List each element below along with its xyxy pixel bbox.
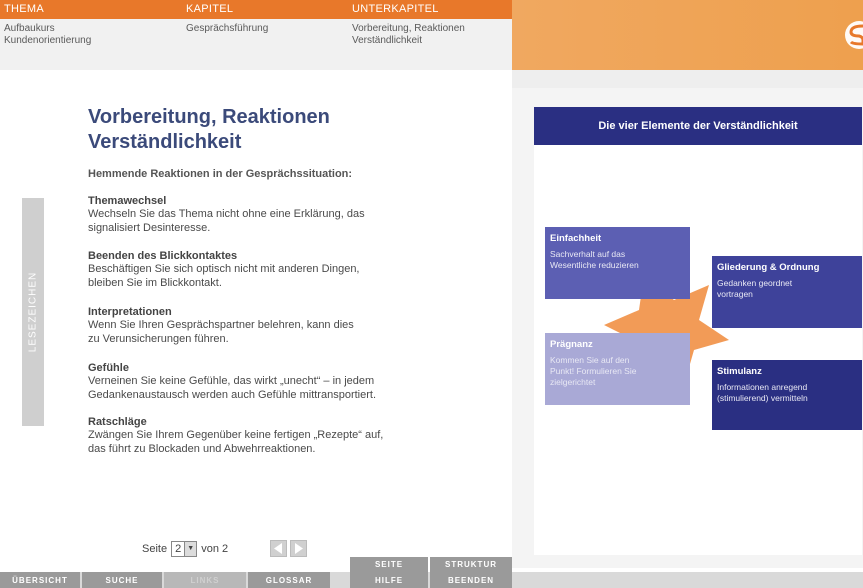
page-subtitle: Hemmende Reaktionen in der Gesprächssitu…	[88, 168, 353, 180]
card-text: Gedanken geordnet vortragen	[717, 278, 793, 299]
header-brand-area	[512, 0, 863, 70]
chevron-down-icon[interactable]: ▼	[184, 542, 197, 556]
bookmark-tab[interactable]: LESEZEICHEN	[22, 198, 44, 426]
section-text: Zwängen Sie Ihrem Gegenüber keine fertig…	[88, 429, 384, 455]
page-pager: Seite 2 ▼ von 2	[142, 541, 228, 557]
section-interpretationen: Interpretationen Wenn Sie Ihren Gespräch…	[88, 306, 448, 346]
arrow-right-icon	[295, 543, 303, 554]
section-heading: Ratschläge	[88, 416, 147, 428]
section-text: Beschäftigen Sie sich optisch nicht mit …	[88, 263, 360, 289]
card-text: Informationen anregend (stimulierend) ve…	[717, 382, 808, 403]
hilfe-button[interactable]: HILFE	[350, 572, 428, 588]
section-themawechsel: Themawechsel Wechseln Sie das Thema nich…	[88, 195, 448, 235]
card-praegnanz: Prägnanz Kommen Sie auf den Punkt! Formu…	[545, 333, 690, 405]
card-title: Einfachheit	[550, 233, 602, 244]
section-heading: Beenden des Blickkontaktes	[88, 250, 238, 262]
page-select-value: 2	[175, 543, 182, 555]
card-stimulanz: Stimulanz Informationen anregend (stimul…	[712, 360, 862, 430]
arrow-left-icon	[274, 543, 282, 554]
glossar-button[interactable]: GLOSSAR	[248, 572, 330, 588]
beenden-button[interactable]: BEENDEN	[430, 572, 512, 588]
uebersicht-button[interactable]: ÜBERSICHT	[0, 572, 80, 588]
struktur-button[interactable]: STRUKTUR	[430, 557, 512, 572]
unterkapitel-value: Vorbereitung, Reaktionen Verständlichkei…	[352, 23, 465, 46]
unterkapitel-label: UNTERKAPITEL	[352, 3, 439, 15]
pager-von-label: von 2	[201, 543, 229, 555]
section-ratschlaege: Ratschläge Zwängen Sie Ihrem Gegenüber k…	[88, 416, 448, 456]
section-gefuehle: Gefühle Verneinen Sie keine Gefühle, das…	[88, 362, 448, 402]
card-einfachheit: Einfachheit Sachverhalt auf das Wesentli…	[545, 227, 690, 299]
course-header: THEMA KAPITEL UNTERKAPITEL Aufbaukurs Ku…	[0, 0, 512, 70]
section-heading: Gefühle	[88, 362, 129, 374]
section-heading: Themawechsel	[88, 195, 167, 207]
pager-seite-label: Seite	[142, 543, 168, 555]
next-page-button[interactable]	[290, 540, 307, 557]
right-top-band	[512, 70, 863, 88]
section-text: Wenn Sie Ihren Gesprächspartner belehren…	[88, 319, 354, 345]
seite-button[interactable]: SEITE	[350, 557, 428, 572]
card-gliederung: Gliederung & Ordnung Gedanken geordnet v…	[712, 256, 862, 328]
page-title: Vorbereitung, Reaktionen Verständlichkei…	[88, 106, 330, 153]
page-select[interactable]: 2 ▼	[171, 541, 198, 557]
kapitel-label: KAPITEL	[186, 3, 234, 15]
links-button[interactable]: LINKS	[164, 572, 246, 588]
card-title: Stimulanz	[717, 366, 762, 377]
section-heading: Interpretationen	[88, 306, 172, 318]
bookmark-label: LESEZEICHEN	[27, 271, 39, 353]
brand-logo-icon	[845, 21, 863, 49]
card-text: Sachverhalt auf das Wesentliche reduzier…	[550, 249, 639, 270]
section-blickkontakt: Beenden des Blickkontaktes Beschäftigen …	[88, 250, 448, 290]
thema-label: THEMA	[4, 3, 44, 15]
diagram-title: Die vier Elemente der Verständlichkeit	[534, 107, 862, 145]
card-title: Prägnanz	[550, 339, 593, 350]
suche-button[interactable]: SUCHE	[82, 572, 162, 588]
section-text: Wechseln Sie das Thema nicht ohne eine E…	[88, 208, 365, 234]
card-text: Kommen Sie auf den Punkt! Formulieren Si…	[550, 355, 637, 387]
kapitel-value: Gesprächsführung	[186, 23, 269, 34]
card-title: Gliederung & Ordnung	[717, 262, 820, 273]
section-text: Verneinen Sie keine Gefühle, das wirkt „…	[88, 375, 376, 401]
thema-value: Aufbaukurs Kundenorientierung	[4, 23, 92, 46]
prev-page-button[interactable]	[270, 540, 287, 557]
